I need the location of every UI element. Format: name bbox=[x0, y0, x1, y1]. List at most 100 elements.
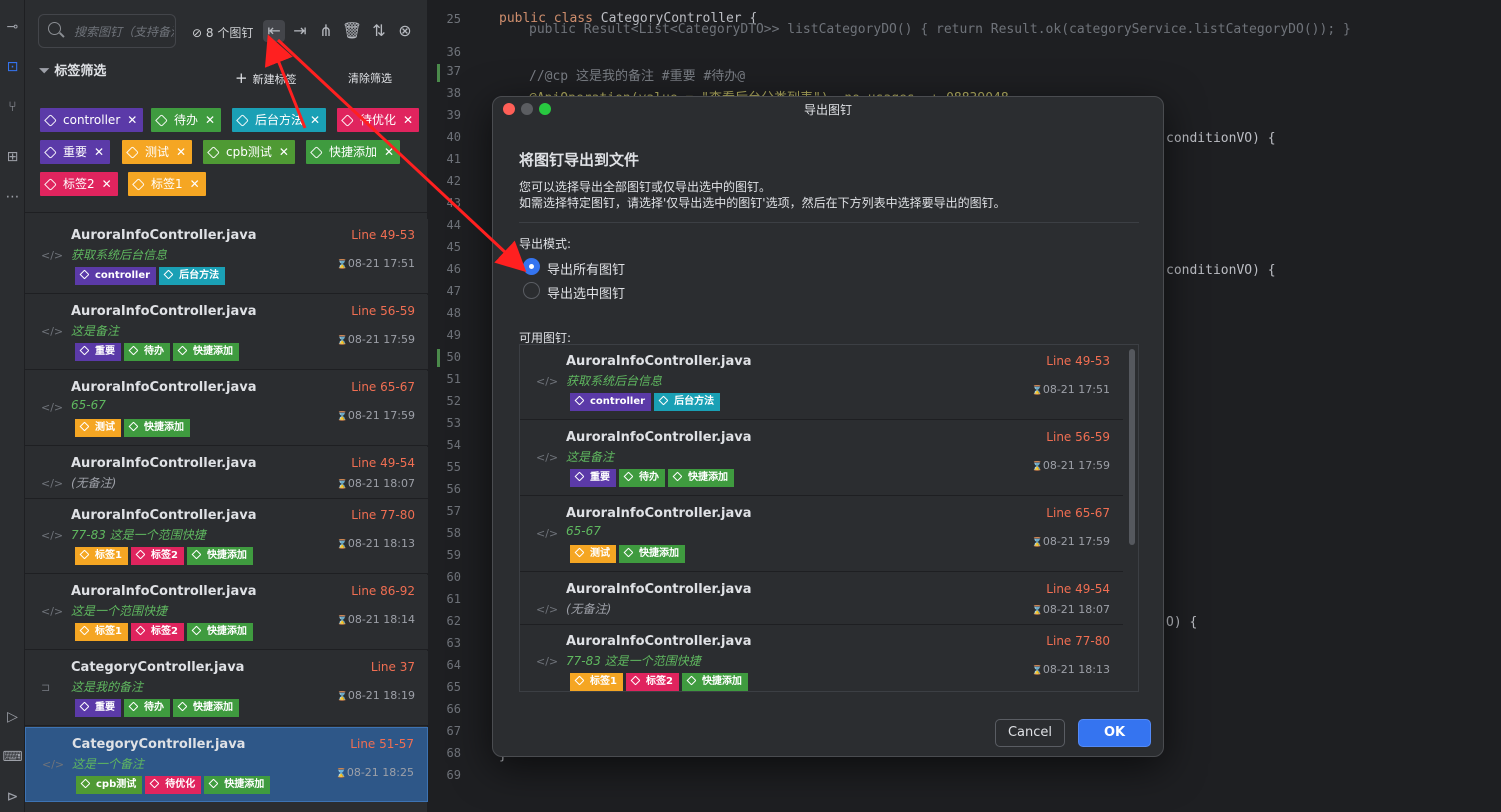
pin-item[interactable]: </> AuroraInfoController.java 65-67 Line 65… bbox=[25, 371, 428, 446]
pin-tag-label: 待办 bbox=[144, 702, 164, 713]
radio-export-all-label[interactable]: 导出所有图钉 bbox=[547, 259, 625, 278]
structure-icon[interactable]: ⊞ bbox=[0, 148, 25, 166]
filter-chip[interactable]: cpb测试 ✕ bbox=[203, 140, 295, 164]
pin-file-name: AuroraInfoController.java bbox=[71, 508, 257, 523]
sort-icon[interactable]: ⇅ bbox=[368, 20, 390, 42]
radio-export-selected-label[interactable]: 导出选中图钉 bbox=[547, 283, 625, 302]
commit-icon[interactable]: ⊸ bbox=[0, 18, 25, 36]
filter-chip[interactable]: 后台方法 ✕ bbox=[232, 108, 327, 132]
pin-tags: cpb测试 待优化 快捷添加 bbox=[76, 776, 273, 794]
pin-item[interactable]: </> AuroraInfoController.java 77-83 这是一个范围… bbox=[520, 625, 1123, 691]
pin-item[interactable]: </> AuroraInfoController.java 获取系统后台信息 Line… bbox=[520, 345, 1123, 420]
remove-chip-icon[interactable]: ✕ bbox=[403, 113, 413, 127]
pin-tag-label: 快捷添加 bbox=[206, 550, 247, 561]
remove-chip-icon[interactable]: ✕ bbox=[127, 113, 137, 127]
tag-icon bbox=[574, 471, 585, 482]
ok-button[interactable]: OK bbox=[1078, 719, 1151, 747]
pin-file-name: AuroraInfoController.java bbox=[566, 506, 752, 521]
search-input[interactable]: 搜索图钉（支持备注 bbox=[38, 14, 176, 48]
pin-item[interactable]: ⊐ CategoryController.java 这是我的备注 Line 37 ⌛08… bbox=[25, 651, 428, 726]
pin-tag: 快捷添加 bbox=[124, 419, 190, 437]
pin-note: 这是一个范围快捷 bbox=[71, 604, 168, 618]
line-number: 41 bbox=[446, 152, 461, 166]
problems-icon[interactable]: ⊳ bbox=[0, 788, 25, 806]
export-icon[interactable]: ⇤ bbox=[263, 20, 285, 42]
pin-line-range: Line 65-67 bbox=[1046, 506, 1110, 520]
code-icon: </> bbox=[536, 655, 559, 668]
tag-icon bbox=[79, 701, 90, 712]
pin-time: ⌛08-21 18:13 bbox=[1032, 663, 1110, 676]
pin-tags: 重要 待办 快捷添加 bbox=[75, 699, 242, 717]
remove-chip-icon[interactable]: ✕ bbox=[94, 145, 104, 159]
share-icon[interactable]: ⋔ bbox=[315, 20, 337, 42]
filter-chip[interactable]: 快捷添加 ✕ bbox=[306, 140, 401, 164]
pin-item[interactable]: </> AuroraInfoController.java 获取系统后台信息 Line… bbox=[25, 219, 428, 294]
clock-icon: ⌛ bbox=[1031, 462, 1043, 472]
pin-tag: 快捷添加 bbox=[681, 673, 748, 691]
line-number: 25 bbox=[446, 12, 461, 26]
filter-chip[interactable]: 待办 ✕ bbox=[151, 108, 222, 132]
robot-icon[interactable]: ⊡ bbox=[0, 58, 25, 76]
pin-item[interactable]: </> AuroraInfoController.java 这是备注 Line 56-… bbox=[520, 421, 1123, 496]
import-icon[interactable]: ⇥ bbox=[289, 20, 311, 42]
remove-chip-icon[interactable]: ✕ bbox=[384, 145, 394, 159]
filter-chip[interactable]: 测试 ✕ bbox=[122, 140, 193, 164]
pin-tag: 标签2 bbox=[130, 547, 184, 565]
pin-time-text: 08-21 17:51 bbox=[347, 257, 415, 270]
pin-tag: 待优化 bbox=[145, 776, 202, 794]
change-marker bbox=[437, 349, 440, 367]
filter-chip[interactable]: controller ✕ bbox=[40, 108, 144, 132]
pin-note: (无备注) bbox=[566, 602, 612, 616]
remove-chip-icon[interactable]: ✕ bbox=[190, 177, 200, 191]
pin-tags: 重要 待办 快捷添加 bbox=[75, 343, 242, 361]
filter-chip[interactable]: 待优化 ✕ bbox=[337, 108, 420, 132]
remove-chip-icon[interactable]: ✕ bbox=[102, 177, 112, 191]
pin-item[interactable]: </> CategoryController.java 这是一个备注 Line 51-… bbox=[25, 727, 428, 802]
filter-chip[interactable]: 重要 ✕ bbox=[40, 140, 111, 164]
clock-icon: ⌛ bbox=[336, 616, 348, 626]
radio-export-all[interactable] bbox=[523, 258, 540, 275]
code-icon: </> bbox=[536, 603, 559, 616]
pull-request-icon[interactable]: ⑂ bbox=[0, 98, 25, 116]
pin-item[interactable]: </> AuroraInfoController.java 这是备注 Line 56-… bbox=[25, 295, 428, 370]
filter-chip[interactable]: 标签2 ✕ bbox=[40, 172, 118, 196]
line-number: 42 bbox=[446, 174, 461, 188]
run-icon[interactable]: ▷ bbox=[0, 708, 25, 726]
clear-filter-button[interactable]: 清除筛选 bbox=[348, 70, 392, 86]
pin-count: ⊘ 8 个图钉 bbox=[192, 26, 254, 40]
pin-item[interactable]: </> AuroraInfoController.java 这是一个范围快捷 Line… bbox=[25, 575, 428, 650]
pin-tag: 待办 bbox=[619, 469, 665, 487]
cancel-button[interactable]: Cancel bbox=[995, 719, 1065, 747]
pin-item[interactable]: </> AuroraInfoController.java (无备注) Line 49… bbox=[520, 573, 1123, 625]
pin-tag: 后台方法 bbox=[159, 267, 226, 285]
pin-time: ⌛08-21 17:51 bbox=[337, 257, 415, 270]
more-icon[interactable]: ⋯ bbox=[0, 188, 25, 206]
pin-file-name: AuroraInfoController.java bbox=[71, 228, 257, 243]
pin-item[interactable]: </> AuroraInfoController.java (无备注) Line 49… bbox=[25, 447, 428, 499]
delete-icon[interactable]: 🗑 bbox=[341, 20, 363, 42]
remove-chip-icon[interactable]: ✕ bbox=[310, 113, 320, 127]
filter-chip-label: 待办 bbox=[174, 113, 199, 127]
activity-bar: ⊸ ⊡ ⑂ ⊞ ⋯ ▷ ⌨ ⊳ bbox=[0, 0, 25, 812]
pin-tag-label: cpb测试 bbox=[96, 779, 137, 790]
new-tag-button[interactable]: + 新建标签 bbox=[235, 69, 297, 87]
divider bbox=[519, 222, 1139, 223]
close-circle-icon[interactable]: ⊗ bbox=[394, 20, 416, 42]
available-pins-list[interactable]: </> AuroraInfoController.java 获取系统后台信息 Line… bbox=[519, 344, 1139, 692]
remove-chip-icon[interactable]: ✕ bbox=[279, 145, 289, 159]
terminal-icon[interactable]: ⌨ bbox=[0, 748, 25, 766]
pin-item[interactable]: </> AuroraInfoController.java 77-83 这是一个范围… bbox=[25, 499, 428, 574]
remove-chip-icon[interactable]: ✕ bbox=[176, 145, 186, 159]
pin-item[interactable]: </> AuroraInfoController.java 65-67 Line 65… bbox=[520, 497, 1123, 572]
pin-tag: controller bbox=[570, 393, 652, 411]
pin-tag: 标签1 bbox=[570, 673, 623, 691]
filter-chip[interactable]: 标签1 ✕ bbox=[128, 172, 206, 196]
pin-tag-label: 快捷添加 bbox=[701, 676, 742, 687]
pin-tag-label: 标签2 bbox=[150, 550, 178, 561]
pin-file-name: CategoryController.java bbox=[72, 737, 246, 752]
clock-icon: ⌛ bbox=[1031, 666, 1043, 676]
radio-export-selected[interactable] bbox=[523, 282, 540, 299]
remove-chip-icon[interactable]: ✕ bbox=[205, 113, 215, 127]
scrollbar[interactable] bbox=[1129, 349, 1135, 545]
pins-panel: 搜索图钉（支持备注 ⊘ 8 个图钉 ⇤ ⇥ ⋔ 🗑 ⇅ ⊗ ⏷ 标签筛选 + 新建标… bbox=[25, 0, 428, 812]
